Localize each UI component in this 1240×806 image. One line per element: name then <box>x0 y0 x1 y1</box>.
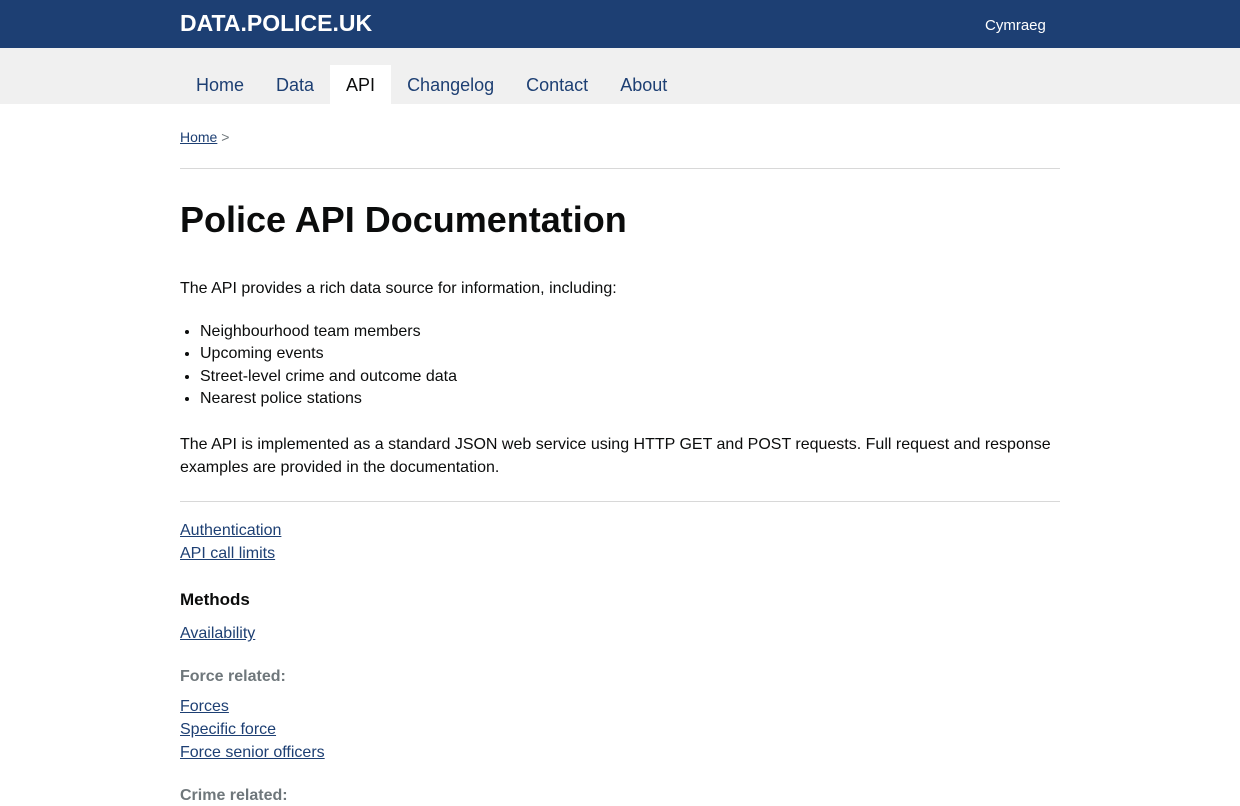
main-nav: Home Data API Changelog Contact About <box>180 65 683 104</box>
list-item: Upcoming events <box>200 343 1060 365</box>
authentication-link[interactable]: Authentication <box>180 519 1060 542</box>
language-toggle-link[interactable]: Cymraeg <box>985 17 1046 35</box>
api-call-limits-link[interactable]: API call limits <box>180 542 1060 565</box>
divider <box>180 501 1060 503</box>
site-header: DATA.POLICE.UK Cymraeg <box>0 0 1240 48</box>
nav-item-data[interactable]: Data <box>260 65 330 104</box>
force-related-heading: Force related: <box>180 668 286 686</box>
divider <box>180 168 1060 169</box>
intro-text: The API provides a rich data source for … <box>180 280 617 297</box>
force-links: Forces Specific force Force senior offic… <box>180 695 1060 764</box>
availability-links: Availability <box>180 622 1060 645</box>
main-nav-bar: Home Data API Changelog Contact About <box>0 48 1240 104</box>
crime-related-heading: Crime related: <box>180 787 288 805</box>
page-title: Police API Documentation <box>180 199 627 240</box>
breadcrumb-separator: > <box>221 129 230 145</box>
specific-force-link[interactable]: Specific force <box>180 718 1060 741</box>
forces-link[interactable]: Forces <box>180 695 1060 718</box>
feature-list: Neighbourhood team members Upcoming even… <box>180 321 1060 410</box>
availability-link[interactable]: Availability <box>180 622 1060 645</box>
nav-item-api[interactable]: API <box>330 65 392 104</box>
nav-item-about[interactable]: About <box>604 65 683 104</box>
description-text: The API is implemented as a standard JSO… <box>180 436 1051 477</box>
list-item: Nearest police stations <box>200 388 1060 410</box>
list-item: Neighbourhood team members <box>200 321 1060 343</box>
list-item: Street-level crime and outcome data <box>200 366 1060 388</box>
doc-links: Authentication API call limits <box>180 519 1060 565</box>
nav-item-changelog[interactable]: Changelog <box>391 65 510 104</box>
main-content: Home > Police API Documentation The API … <box>180 104 1060 806</box>
nav-item-contact[interactable]: Contact <box>510 65 604 104</box>
methods-heading: Methods <box>180 590 250 610</box>
nav-item-home[interactable]: Home <box>180 65 260 104</box>
site-logo[interactable]: DATA.POLICE.UK <box>180 10 372 36</box>
force-senior-officers-link[interactable]: Force senior officers <box>180 741 1060 764</box>
breadcrumb-home-link[interactable]: Home <box>180 129 217 145</box>
breadcrumb: Home > <box>180 128 1060 146</box>
